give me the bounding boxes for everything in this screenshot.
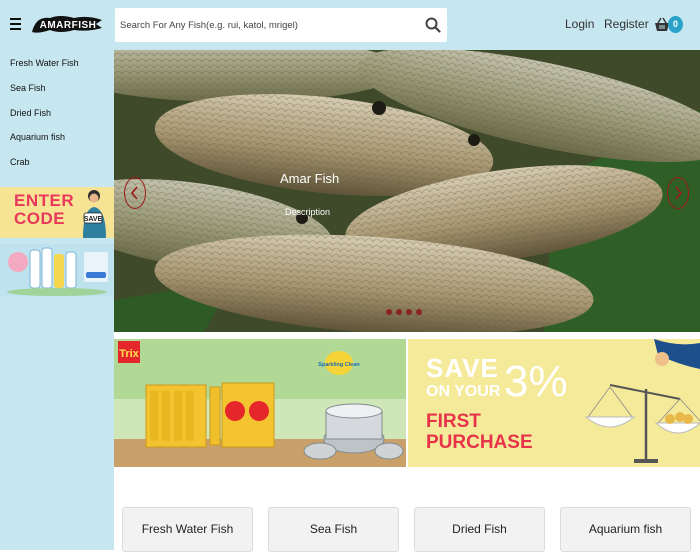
slider-dot-3[interactable] <box>406 309 412 315</box>
cart-count-badge: 0 <box>668 16 683 33</box>
category-card-dried-fish[interactable]: Dried Fish <box>414 507 545 552</box>
promo-line-2: CODE <box>14 209 66 228</box>
category-card-fresh-water-fish[interactable]: Fresh Water Fish <box>122 507 253 552</box>
slide-description: Description <box>285 207 331 217</box>
trix-logo-text: Trix <box>119 348 139 360</box>
promo-code-banner[interactable]: ENTER CODE SAVE <box>0 187 114 238</box>
category-card-sea-fish[interactable]: Sea Fish <box>268 507 399 552</box>
promo-line-1: ENTER <box>14 191 75 210</box>
slider-prev-button[interactable] <box>124 177 146 209</box>
trix-tag-text: Sparkling Clean <box>318 362 360 368</box>
chevron-right-icon <box>675 186 683 200</box>
fish-hero-image <box>114 50 700 332</box>
save-line-2: ON YOUR <box>426 383 501 400</box>
promo-code-text: ENTER CODE <box>14 192 74 228</box>
slider-dot-4[interactable] <box>416 309 422 315</box>
trix-product-banner[interactable]: Trix Sparkling Clean <box>114 339 406 467</box>
save-3-percent-banner[interactable]: SAVE ON YOUR 3% FIRST PURCHASE <box>408 339 700 467</box>
cart-button[interactable]: 0 <box>654 14 688 38</box>
person-icon: SAVE <box>83 190 106 238</box>
slider-dot-2[interactable] <box>396 309 402 315</box>
baby-products-banner[interactable] <box>0 244 114 296</box>
slider-dots <box>386 302 426 315</box>
slider-next-button[interactable] <box>667 177 689 209</box>
login-link[interactable]: Login <box>565 17 594 31</box>
sidebar-item-aquarium-fish[interactable]: Aquarium fish <box>10 132 65 142</box>
slide-title: Amar Fish <box>280 171 340 186</box>
save-line-4: PURCHASE <box>426 432 533 453</box>
chevron-left-icon <box>130 186 138 200</box>
sidebar-item-crab[interactable]: Crab <box>10 157 30 167</box>
site-logo[interactable]: AMARFISH <box>30 12 106 36</box>
scale-illustration <box>584 339 700 463</box>
slider-dot-1[interactable] <box>386 309 392 315</box>
header-bar: AMARFISH Login Register 0 <box>0 0 700 50</box>
save-line-3: FIRST <box>426 411 481 432</box>
search-bar <box>115 8 447 42</box>
register-link[interactable]: Register <box>604 17 649 31</box>
search-input[interactable] <box>115 8 415 42</box>
sidebar-item-sea-fish[interactable]: Sea Fish <box>10 83 46 93</box>
category-sidebar: Fresh Water Fish Sea Fish Dried Fish Aqu… <box>0 50 114 550</box>
promo-save-badge: SAVE <box>84 216 103 223</box>
category-card-aquarium-fish[interactable]: Aquarium fish <box>560 507 691 552</box>
sidebar-item-dried-fish[interactable]: Dried Fish <box>10 108 51 118</box>
trix-product-image: Trix Sparkling Clean <box>114 339 406 467</box>
search-icon[interactable] <box>425 17 441 33</box>
menu-icon[interactable] <box>10 18 21 30</box>
svg-text:AMARFISH: AMARFISH <box>40 20 97 31</box>
save-line-1: SAVE <box>426 353 499 383</box>
sidebar-item-fresh-water-fish[interactable]: Fresh Water Fish <box>10 58 79 68</box>
hero-slider: Amar Fish Description <box>114 50 700 332</box>
baby-products-image <box>0 244 114 296</box>
